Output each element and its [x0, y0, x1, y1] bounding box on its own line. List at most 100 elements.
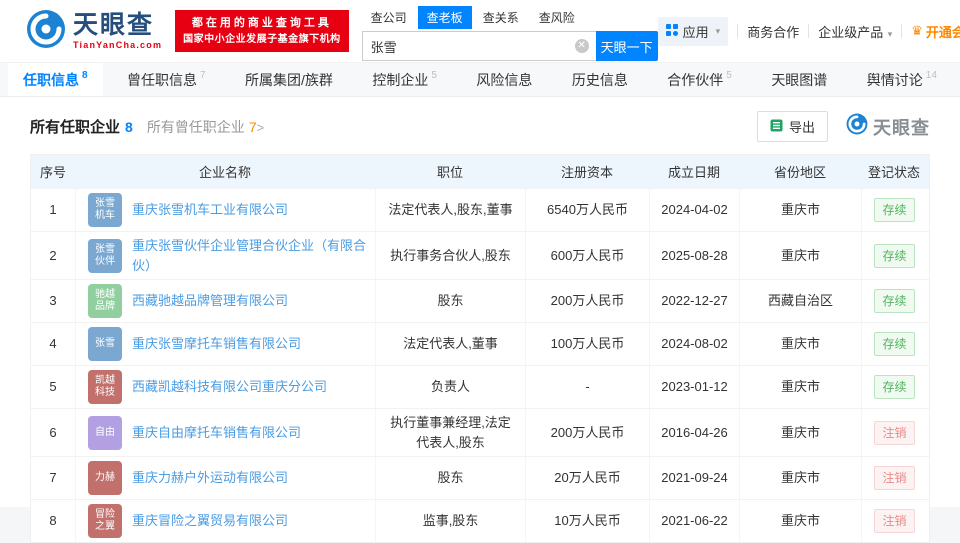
export-button[interactable]: 导出	[757, 111, 828, 142]
search-tab-0[interactable]: 查公司	[362, 6, 416, 29]
company-logo-text: 驰越	[95, 289, 115, 301]
page-tab-count: 7	[200, 70, 206, 81]
clear-icon[interactable]: ✕	[575, 39, 589, 53]
status-cell: 存续	[861, 323, 927, 365]
search-input[interactable]	[362, 31, 596, 61]
page-tab-4[interactable]: 风险信息	[461, 63, 547, 96]
company-name-link[interactable]: 西藏凯越科技有限公司重庆分公司	[132, 377, 327, 397]
slogan-line1: 都在用的商业查询工具	[183, 15, 341, 33]
capital-cell: 600万人民币	[525, 232, 649, 279]
company-name-link[interactable]: 西藏驰越品牌管理有限公司	[132, 291, 288, 311]
date-cell: 2021-09-24	[649, 457, 739, 499]
page-tab-7[interactable]: 天眼图谱	[756, 63, 842, 96]
position-cell: 股东	[375, 280, 525, 322]
date-cell: 2021-06-22	[649, 500, 739, 542]
company-name-link[interactable]: 重庆张雪摩托车销售有限公司	[132, 334, 301, 354]
search-button[interactable]: 天眼一下	[596, 31, 658, 61]
company-cell: 自由重庆自由摩托车销售有限公司	[75, 409, 375, 456]
page-tab-8[interactable]: 舆情讨论14	[852, 63, 952, 96]
table-row: 2张雪伙伴重庆张雪伙伴企业管理合伙企业（有限合伙）执行事务合伙人,股东600万人…	[31, 231, 929, 279]
business-coop-link[interactable]: 商务合作	[747, 22, 799, 41]
page-tab-5[interactable]: 历史信息	[557, 63, 643, 96]
status-cell: 注销	[861, 457, 927, 499]
former-companies-link[interactable]: 所有曾任职企业7>	[147, 117, 264, 137]
column-header-2: 职位	[375, 155, 525, 188]
page-tab-2[interactable]: 所属集团/族群	[230, 63, 348, 96]
section-header: 所有任职企业 8 所有曾任职企业7> 导出	[0, 97, 960, 152]
company-name-link[interactable]: 重庆张雪伙伴企业管理合伙企业（有限合伙）	[132, 236, 367, 275]
page-tab-label: 合作伙伴	[667, 70, 723, 90]
apps-grid-icon	[666, 24, 678, 39]
row-index: 6	[31, 409, 75, 456]
region-cell: 重庆市	[739, 366, 861, 408]
column-header-5: 省份地区	[739, 155, 861, 188]
status-badge: 存续	[874, 244, 914, 268]
region-cell: 重庆市	[739, 409, 861, 456]
status-cell: 注销	[861, 409, 927, 456]
company-cell: 驰越品牌西藏驰越品牌管理有限公司	[75, 280, 375, 322]
search-tab-2[interactable]: 查关系	[474, 6, 528, 29]
crown-icon: ♛	[911, 23, 923, 39]
company-cell: 凯越科技西藏凯越科技有限公司重庆分公司	[75, 366, 375, 408]
date-cell: 2023-01-12	[649, 366, 739, 408]
region-cell: 西藏自治区	[739, 280, 861, 322]
page-tab-count: 8	[82, 70, 88, 81]
status-cell: 注销	[861, 500, 927, 542]
page-tab-0[interactable]: 任职信息8	[8, 63, 103, 96]
company-logo[interactable]: 冒险之翼	[88, 504, 122, 538]
status-badge: 存续	[874, 198, 914, 222]
position-cell: 法定代表人,董事	[375, 323, 525, 365]
company-logo[interactable]: 张雪伙伴	[88, 239, 122, 273]
section-title: 所有任职企业	[30, 116, 120, 137]
page-tabs: 任职信息8 曾任职信息7 所属集团/族群控制企业5 风险信息历史信息合作伙伴5 天眼图谱…	[0, 62, 960, 97]
company-logo-text: 品牌	[95, 301, 115, 313]
column-header-6: 登记状态	[861, 155, 927, 188]
enterprise-products-menu[interactable]: 企业级产品 ▾	[818, 22, 892, 41]
company-name-link[interactable]: 重庆张雪机车工业有限公司	[132, 200, 288, 220]
status-badge: 注销	[874, 509, 914, 533]
company-name-link[interactable]: 重庆力赫户外运动有限公司	[132, 468, 288, 488]
row-index: 5	[31, 366, 75, 408]
position-cell: 执行董事兼经理,法定代表人,股东	[375, 409, 525, 456]
position-cell: 负责人	[375, 366, 525, 408]
page-tab-6[interactable]: 合作伙伴5	[652, 63, 747, 96]
row-index: 7	[31, 457, 75, 499]
table-row: 7力赫重庆力赫户外运动有限公司股东20万人民币2021-09-24重庆市注销	[31, 456, 929, 499]
table-row: 4张雪重庆张雪摩托车销售有限公司法定代表人,董事100万人民币2024-08-0…	[31, 322, 929, 365]
column-header-1: 企业名称	[75, 155, 375, 188]
page-tab-1[interactable]: 曾任职信息7	[112, 63, 221, 96]
position-cell: 监事,股东	[375, 500, 525, 542]
company-logo[interactable]: 力赫	[88, 461, 122, 495]
company-logo[interactable]: 自由	[88, 416, 122, 450]
table-row: 6自由重庆自由摩托车销售有限公司执行董事兼经理,法定代表人,股东200万人民币2…	[31, 408, 929, 456]
status-cell: 存续	[861, 366, 927, 408]
status-badge: 注销	[874, 421, 914, 445]
company-cell: 力赫重庆力赫户外运动有限公司	[75, 457, 375, 499]
company-logo-text: 凯越	[95, 375, 115, 387]
company-logo[interactable]: 凯越科技	[88, 370, 122, 404]
page-tab-count: 14	[926, 70, 937, 81]
site-logo[interactable]: 天眼查 TianYanCha.com	[26, 9, 162, 54]
vip-upgrade-menu[interactable]: ♛ 开通会员 ▾	[911, 22, 960, 41]
company-logo-text: 伙伴	[95, 256, 115, 268]
apps-menu[interactable]: 应用 ▾	[658, 17, 729, 46]
status-cell: 存续	[861, 232, 927, 279]
company-logo[interactable]: 张雪	[88, 327, 122, 361]
company-logo[interactable]: 驰越品牌	[88, 284, 122, 318]
company-name-link[interactable]: 重庆冒险之翼贸易有限公司	[132, 511, 288, 531]
page-tab-3[interactable]: 控制企业5	[357, 63, 452, 96]
status-badge: 存续	[874, 332, 914, 356]
top-nav: 应用 ▾ 商务合作 企业级产品 ▾ ♛ 开通会员 ▾	[658, 17, 960, 46]
company-logo[interactable]: 张雪机车	[88, 193, 122, 227]
positions-table: 序号企业名称职位注册资本成立日期省份地区登记状态 1张雪机车重庆张雪机车工业有限…	[30, 154, 930, 543]
search-tab-3[interactable]: 查风险	[530, 6, 584, 29]
region-cell: 重庆市	[739, 457, 861, 499]
export-spreadsheet-icon	[770, 119, 783, 135]
date-cell: 2024-04-02	[649, 189, 739, 231]
table-row: 5凯越科技西藏凯越科技有限公司重庆分公司负责人-2023-01-12重庆市存续	[31, 365, 929, 408]
region-cell: 重庆市	[739, 500, 861, 542]
region-cell: 重庆市	[739, 323, 861, 365]
company-name-link[interactable]: 重庆自由摩托车销售有限公司	[132, 423, 301, 443]
search-tab-1[interactable]: 查老板	[418, 6, 472, 29]
date-cell: 2016-04-26	[649, 409, 739, 456]
